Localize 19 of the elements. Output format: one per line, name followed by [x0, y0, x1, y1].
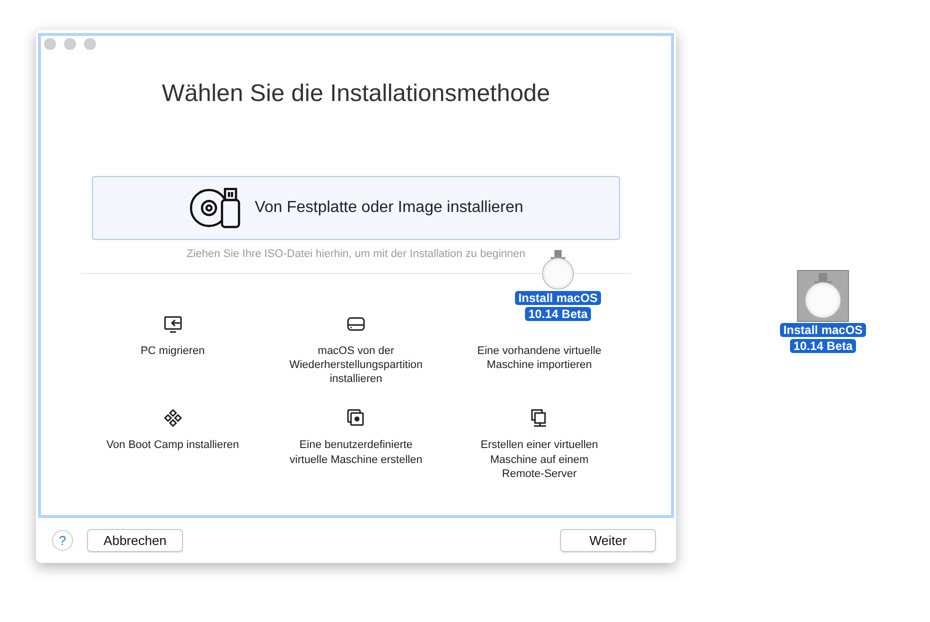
install-option[interactable]: PC migrieren: [81, 314, 264, 386]
disc-and-usb-icon: [188, 187, 243, 229]
zoom-button[interactable]: [84, 38, 96, 50]
install-from-image-button[interactable]: Von Festplatte oder Image installieren: [92, 176, 620, 240]
install-option[interactable]: Eine benutzerdefinierte virtuelle Maschine erstellen: [264, 408, 448, 482]
help-button[interactable]: ?: [52, 530, 73, 551]
install-option[interactable]: macOS von der Wiederherstellungspartition installieren: [264, 314, 448, 386]
install-option[interactable]: Von Boot Camp installieren: [81, 408, 264, 482]
drop-hint: Ziehen Sie Ihre ISO-Datei hierhin, um mit der Installation zu beginnen: [186, 247, 526, 262]
window-title: Wählen Sie die Installationsmethode: [160, 79, 552, 109]
next-button[interactable]: Weiter: [560, 528, 656, 552]
install-option[interactable]: Erstellen einer virtuellen Maschine auf einem Remote-Server: [448, 408, 631, 482]
file-name-label: Install macOS 10.14 Beta: [780, 322, 866, 354]
monitor-arrow-icon: [162, 314, 183, 334]
diamonds-icon: [162, 408, 183, 428]
cancel-button[interactable]: Abbrechen: [87, 528, 183, 552]
installer-file-icon[interactable]: [797, 270, 849, 322]
minimize-button[interactable]: [64, 38, 76, 50]
close-button[interactable]: [44, 38, 56, 50]
